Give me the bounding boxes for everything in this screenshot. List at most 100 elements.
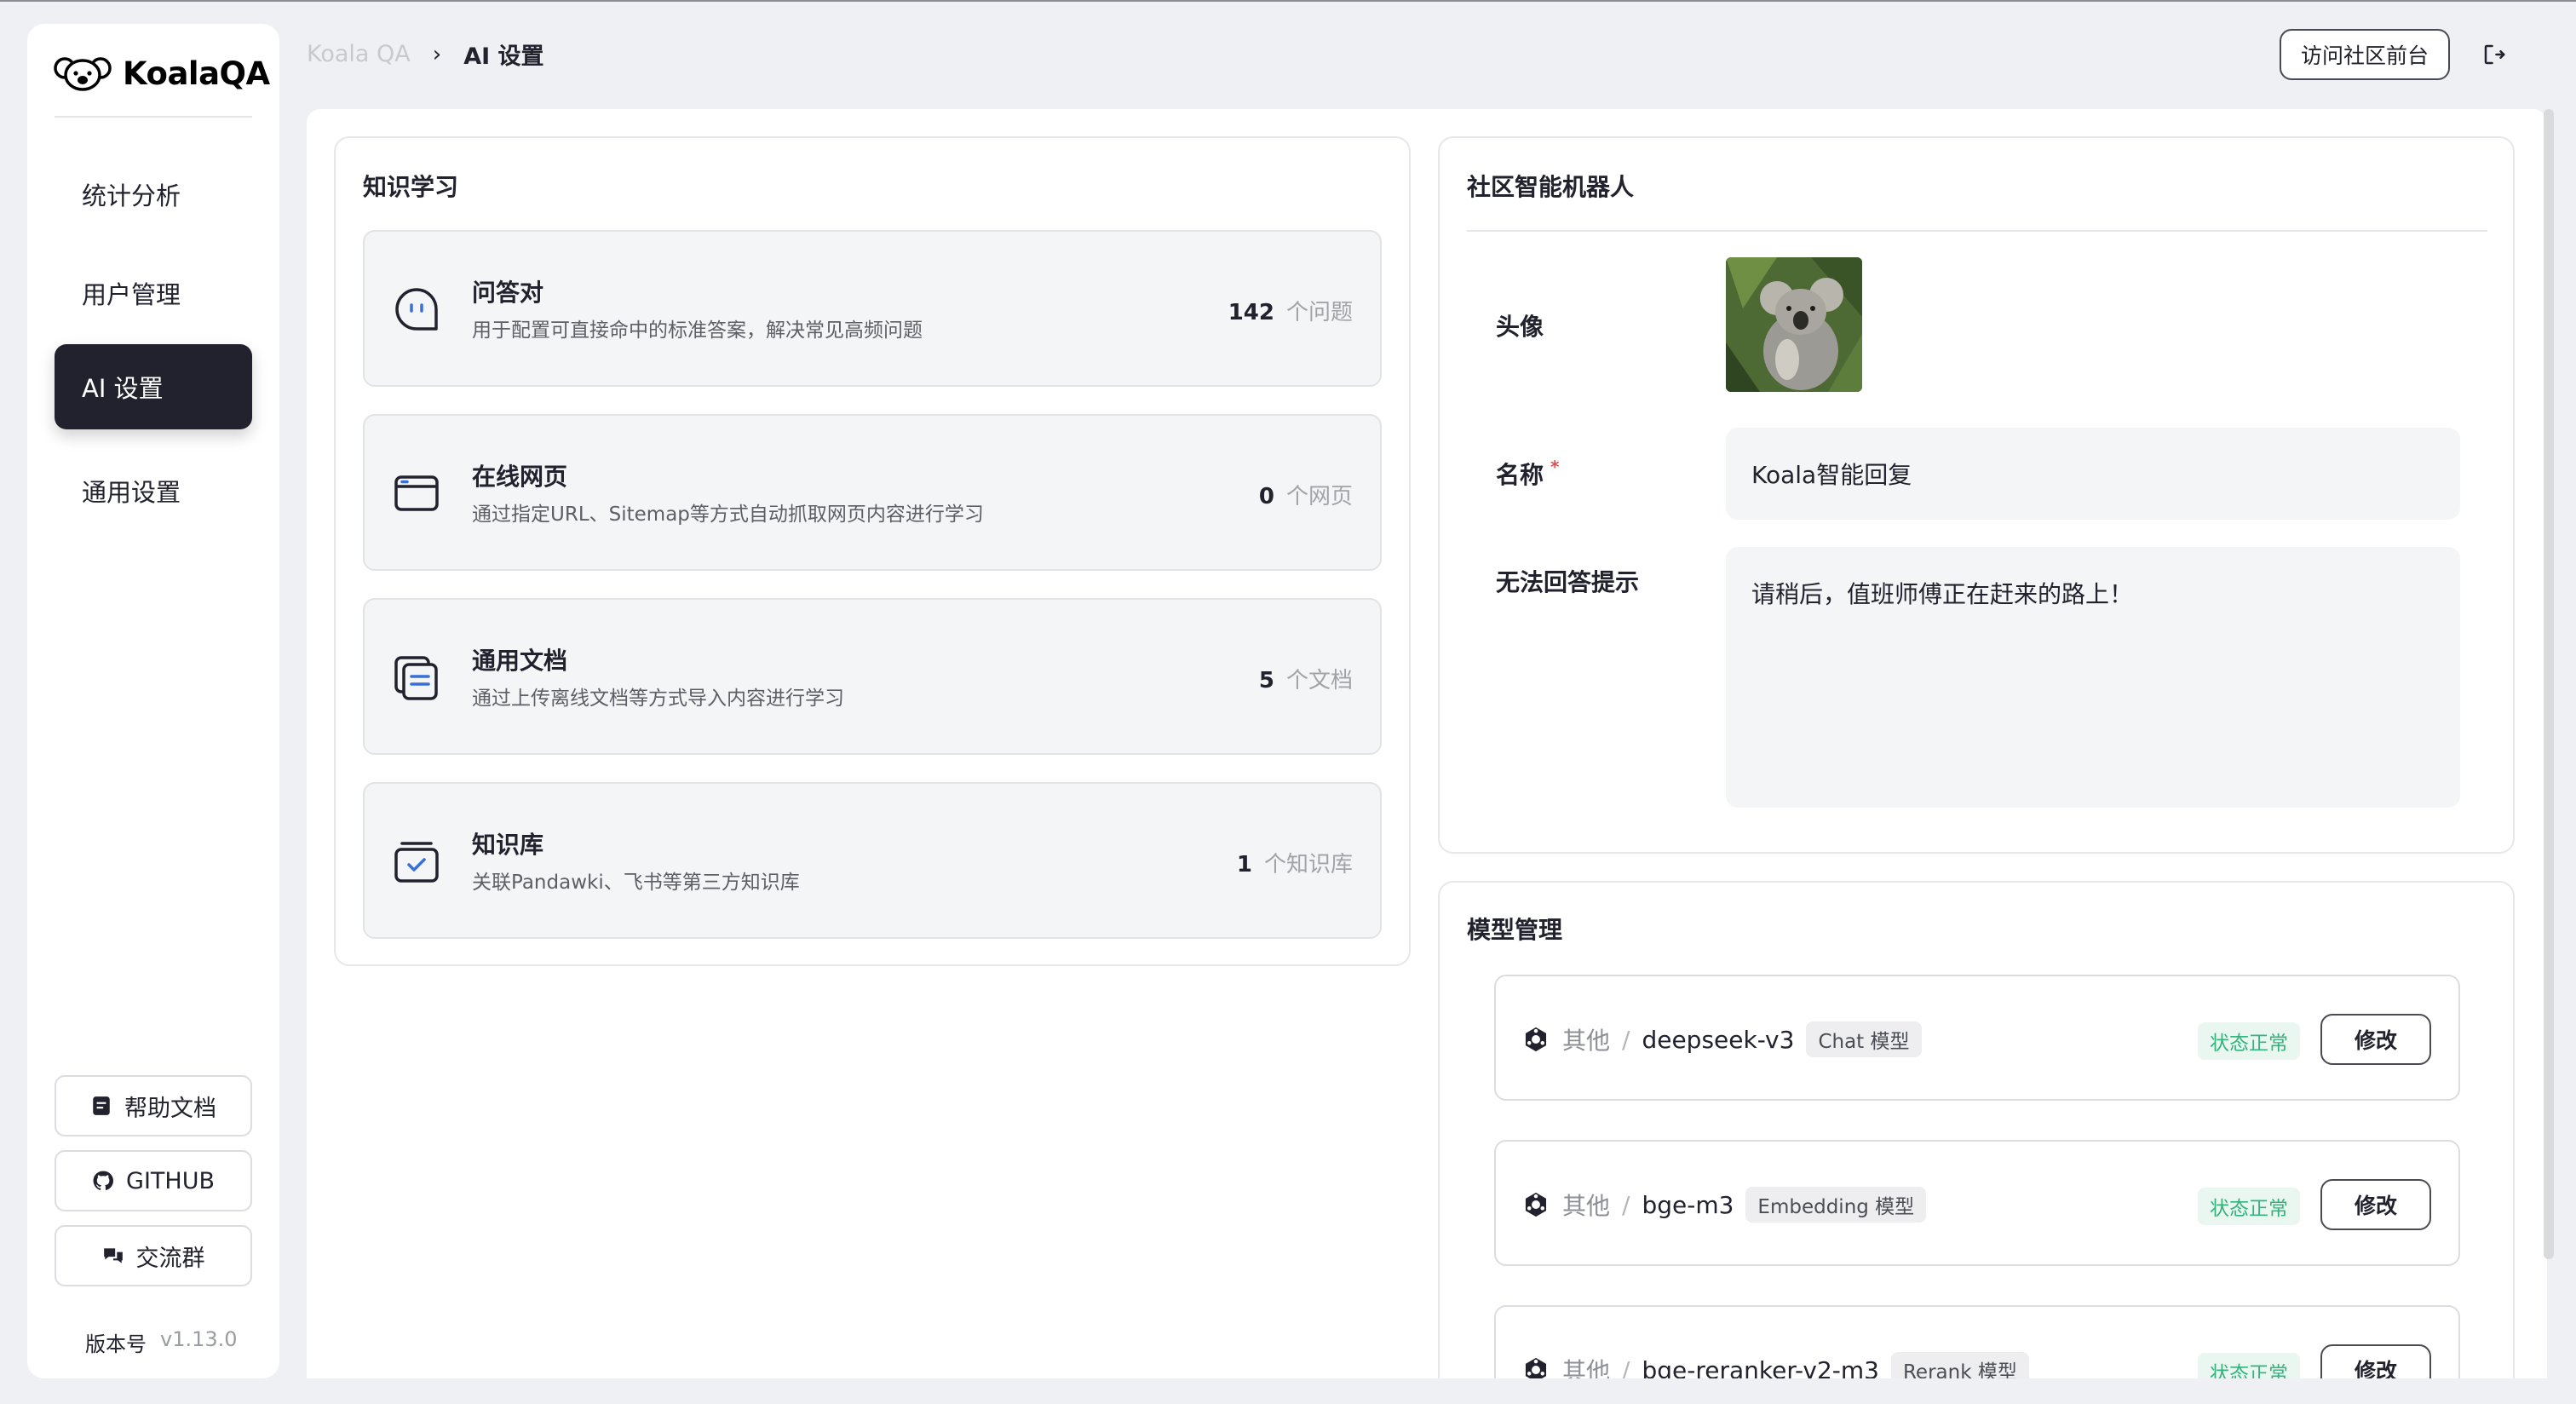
nav-item-ai-settings[interactable]: AI 设置 [55,344,252,429]
github-label: GITHUB [126,1167,215,1194]
qa-icon [395,288,438,331]
knowledge-card-qa[interactable]: 问答对 用于配置可直接命中的标准答案，解决常见高频问题 142 个问题 [363,230,1382,387]
github-icon [93,1171,114,1190]
visit-community-button[interactable]: 访问社区前台 [2280,29,2450,80]
knowledge-card-desc: 通过指定URL、Sitemap等方式自动抓取网页内容进行学习 [472,503,984,526]
document-icon [394,656,438,700]
robot-name-input[interactable]: Koala智能回复 [1726,428,2460,520]
koala-avatar-image [1726,257,1862,392]
model-edit-button[interactable]: 修改 [2320,1179,2431,1230]
avatar-label: 头像 [1496,313,1544,341]
fallback-message-textarea[interactable]: 请稍后，值班师傅正在赶来的路上！ [1726,547,2460,808]
model-type-badge: Chat 模型 [1806,1021,1922,1057]
knowledge-learning-panel: 知识学习 问答对 用于配置可直接命中的标准答案，解决常见高频问题 142 个问题… [334,136,1411,966]
community-group-button[interactable]: 交流群 [55,1225,252,1286]
model-management-title: 模型管理 [1467,916,1563,944]
fallback-label: 无法回答提示 [1496,568,1640,596]
model-type-badge: Rerank 模型 [1890,1352,2029,1378]
robot-avatar[interactable] [1726,257,1862,392]
knowledge-card-webpage[interactable]: 在线网页 通过指定URL、Sitemap等方式自动抓取网页内容进行学习 0 个网… [363,414,1382,571]
count-unit: 个网页 [1285,484,1353,509]
model-name: deepseek-v3 [1642,1025,1795,1054]
count-number: 5 [1258,668,1274,693]
community-robot-title: 社区智能机器人 [1467,173,1635,201]
knowledge-base-icon [394,842,439,883]
chat-icon [103,1248,123,1263]
knowledge-card-name: 通用文档 [472,647,568,675]
main-scrollbar[interactable] [2544,109,2554,1259]
model-status-badge: 状态正常 [2198,1353,2300,1378]
model-card: 其他 / bge-reranker-v2-m3 Rerank 模型 状态正常 修… [1494,1305,2460,1378]
app-logo[interactable]: KoalaQA [53,49,270,97]
count-number: 142 [1228,300,1274,325]
count-unit: 个问题 [1285,300,1353,325]
robot-title-divider [1467,230,2487,232]
knowledge-card-desc: 用于配置可直接命中的标准答案，解决常见高频问题 [472,319,923,342]
model-provider: 其他 [1562,1192,1611,1220]
help-docs-label: 帮助文档 [124,1095,216,1122]
nav-item-statistics[interactable]: 统计分析 [55,152,252,237]
knowledge-card-count: 0 个网页 [1259,479,1353,510]
knowledge-learning-title: 知识学习 [363,173,459,201]
doc-icon [93,1096,110,1115]
model-provider-icon [1525,1357,1547,1378]
knowledge-card-desc: 通过上传离线文档等方式导入内容进行学习 [472,688,844,710]
model-edit-button[interactable]: 修改 [2320,1014,2431,1065]
nav-item-general-settings[interactable]: 通用设置 [55,448,252,533]
model-info: 其他 / bge-reranker-v2-m3 Rerank 模型 [1521,1307,2029,1378]
nav-item-user-management[interactable]: 用户管理 [55,250,252,336]
knowledge-card-knowledge-base[interactable]: 知识库 关联Pandawki、飞书等第三方知识库 1 个知识库 [363,782,1382,939]
sidebar: KoalaQA 统计分析 用户管理 AI 设置 通用设置 帮助文档 GITHUB… [27,24,279,1378]
count-unit: 个文档 [1285,668,1353,693]
model-name: bge-m3 [1642,1190,1734,1219]
logout-icon [2484,44,2505,65]
knowledge-card-desc: 关联Pandawki、飞书等第三方知识库 [472,872,800,894]
knowledge-card-name: 问答对 [472,279,544,307]
required-marker: * [1550,457,1560,477]
breadcrumb-root[interactable]: Koala QA [307,41,411,67]
model-separator: / [1622,1025,1630,1054]
model-status-badge: 状态正常 [2198,1188,2300,1225]
version-label: 版本号 [85,1332,147,1356]
count-number: 0 [1258,484,1274,509]
model-separator: / [1622,1355,1630,1379]
model-management-panel: 模型管理 其他 / deepseek-v3 Chat 模型 状态正常 修改 其他… [1438,881,2515,1378]
model-info: 其他 / bge-m3 Embedding 模型 [1521,1142,1927,1268]
model-card: 其他 / bge-m3 Embedding 模型 状态正常 修改 [1494,1140,2460,1266]
community-group-label: 交流群 [135,1245,205,1272]
knowledge-card-count: 142 个问题 [1228,295,1353,326]
window-top-line [0,0,2576,2]
model-provider-icon [1525,1192,1547,1217]
logout-button[interactable] [2477,37,2511,72]
count-number: 1 [1236,852,1252,878]
name-label-text: 名称 [1496,461,1544,489]
logo-divider [55,116,252,118]
koala-logo-icon [54,57,112,91]
model-separator: / [1622,1190,1630,1219]
model-provider: 其他 [1562,1027,1611,1055]
model-status-badge: 状态正常 [2198,1022,2300,1060]
count-unit: 个知识库 [1263,852,1353,878]
model-type-badge: Embedding 模型 [1745,1187,1927,1223]
knowledge-card-count: 5 个文档 [1259,663,1353,694]
version-number: v1.13.0 [160,1327,238,1351]
knowledge-card-count: 1 个知识库 [1237,847,1353,878]
breadcrumb: Koala QA › AI 设置 [307,37,544,71]
knowledge-card-name: 知识库 [472,831,544,859]
breadcrumb-separator: › [432,41,442,67]
breadcrumb-current: AI 设置 [463,43,544,70]
help-docs-button[interactable]: 帮助文档 [55,1075,252,1136]
knowledge-card-name: 在线网页 [472,463,568,491]
version-info: 版本号 v1.13.0 [85,1327,238,1357]
model-info: 其他 / deepseek-v3 Chat 模型 [1521,976,1922,1102]
model-edit-button[interactable]: 修改 [2320,1344,2431,1378]
model-name: bge-reranker-v2-m3 [1642,1355,1879,1379]
github-button[interactable]: GITHUB [55,1150,252,1211]
knowledge-card-document[interactable]: 通用文档 通过上传离线文档等方式导入内容进行学习 5 个文档 [363,598,1382,755]
main-content: 知识学习 问答对 用于配置可直接命中的标准答案，解决常见高频问题 142 个问题… [307,109,2547,1378]
model-card: 其他 / deepseek-v3 Chat 模型 状态正常 修改 [1494,975,2460,1101]
model-provider: 其他 [1562,1357,1611,1378]
community-robot-panel: 社区智能机器人 头像 名称 * Koala智能回复 无法回答提示 请稍后，值班师… [1438,136,2515,854]
webpage-icon [394,475,439,511]
name-label: 名称 * [1496,457,1559,491]
